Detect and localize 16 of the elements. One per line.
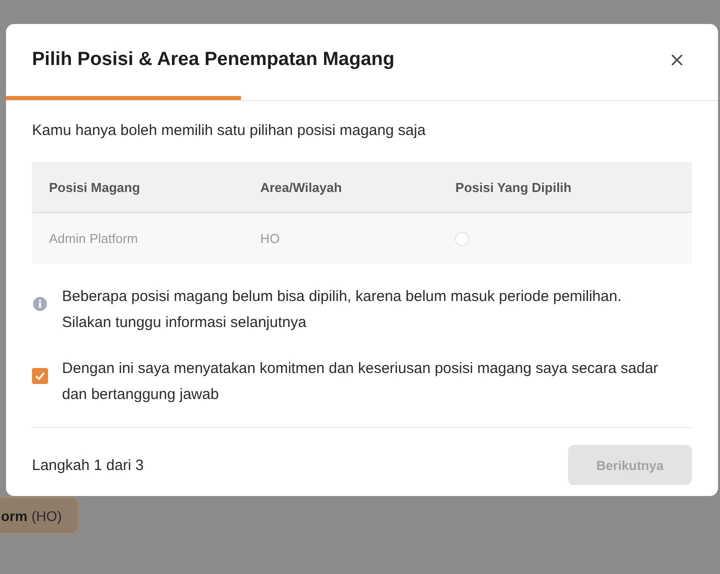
column-header: Posisi Yang Dipilih [438,162,692,212]
info-icon [32,296,48,312]
step-indicator: Langkah 1 dari 3 [32,456,144,474]
info-text: Beberapa posisi magang belum bisa dipilih, karena belum masuk periode pemilihan. Silakan tunggu informasi selanjutnya [62,287,622,333]
area-label: (HO) [31,508,62,524]
column-header: Area/Wilayah [243,162,438,212]
table-cell: Admin Platform [32,212,244,264]
position-card[interactable]: orm (HO) [0,497,79,534]
position-name: orm [1,508,28,524]
table-cell: HO [243,212,438,264]
column-header: Posisi Magang [32,162,244,212]
instruction-text: Kamu hanya boleh memilih satu pilihan posisi magang saja [32,121,427,141]
agreement-checkbox[interactable] [32,368,48,384]
dialog-title: Pilih Posisi & Area Penempatan Magang [32,49,395,71]
close-icon[interactable] [670,53,684,67]
agreement-text: Dengan ini saya menyatakan komitmen dan keseriusan posisi magang saya secara sadar dan bertanggung jawab [62,359,660,405]
